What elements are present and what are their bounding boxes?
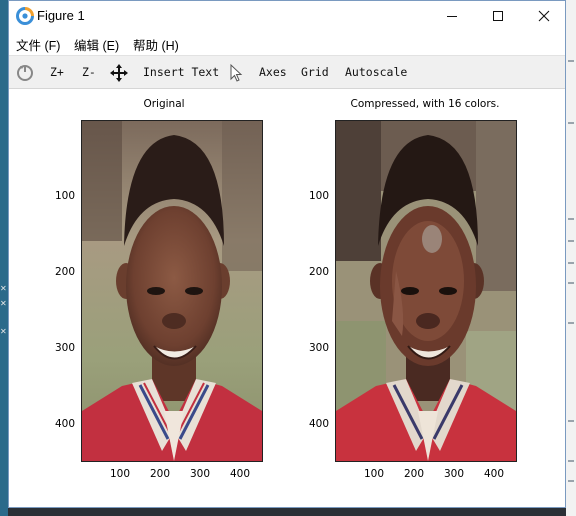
desktop-mark: ✕ [0,299,7,308]
y-tick-label: 200 [309,266,330,278]
x-tick-label: 100 [110,468,131,480]
axes-original[interactable] [81,120,263,462]
photo-compressed-16-colors [336,121,516,461]
menu-help[interactable]: 帮助 (H) [133,35,179,54]
grid-button[interactable]: Grid [301,65,329,79]
x-tick-label: 200 [150,468,171,480]
pointer-icon[interactable] [226,63,246,83]
plot-title-original: Original [143,98,185,110]
menu-bar: 文件 (F) 编辑 (E) 帮助 (H) [9,31,565,55]
autoscale-button[interactable]: Autoscale [345,65,407,79]
app-logo-icon [16,7,34,25]
background-window-edge [566,0,576,516]
desktop-mark: ✕ [0,284,7,293]
y-tick-label: 400 [309,418,330,430]
plot-title-compressed: Compressed, with 16 colors. [350,98,500,110]
close-button[interactable] [521,1,567,31]
close-icon [538,10,550,22]
y-tick-label: 300 [309,342,330,354]
zoom-out-button[interactable]: Z- [82,65,96,79]
x-tick-label: 100 [364,468,385,480]
y-tick-label: 400 [55,418,76,430]
x-tick-label: 300 [190,468,211,480]
reset-view-icon[interactable] [15,63,35,83]
title-bar[interactable]: Figure 1 [9,1,565,31]
desktop-left-edge: ✕ ✕ ✕ [0,0,8,516]
zoom-in-button[interactable]: Z+ [50,65,64,79]
x-tick-label: 400 [230,468,251,480]
window-title: Figure 1 [37,8,85,23]
desktop-mark: ✕ [0,327,7,336]
figure-window: Figure 1 文件 (F) 编辑 (E) 帮助 (H) Z+ Z- Inse… [8,0,566,508]
photo-original [82,121,262,461]
maximize-button[interactable] [475,1,521,31]
axes-compressed[interactable] [335,120,517,462]
minimize-button[interactable] [429,1,475,31]
x-tick-label: 200 [404,468,425,480]
y-tick-label: 100 [55,190,76,202]
menu-edit[interactable]: 编辑 (E) [74,35,119,54]
maximize-icon [493,11,503,21]
insert-text-button[interactable]: Insert Text [143,65,219,79]
axes-button[interactable]: Axes [259,65,287,79]
menu-file[interactable]: 文件 (F) [16,35,60,54]
minimize-icon [447,16,457,17]
x-tick-label: 400 [484,468,505,480]
y-tick-label: 100 [309,190,330,202]
y-tick-label: 200 [55,266,76,278]
toolbar: Z+ Z- Insert Text Axes Grid Autoscale [9,55,565,89]
y-tick-label: 300 [55,342,76,354]
x-tick-label: 300 [444,468,465,480]
pan-move-icon[interactable] [109,63,129,83]
